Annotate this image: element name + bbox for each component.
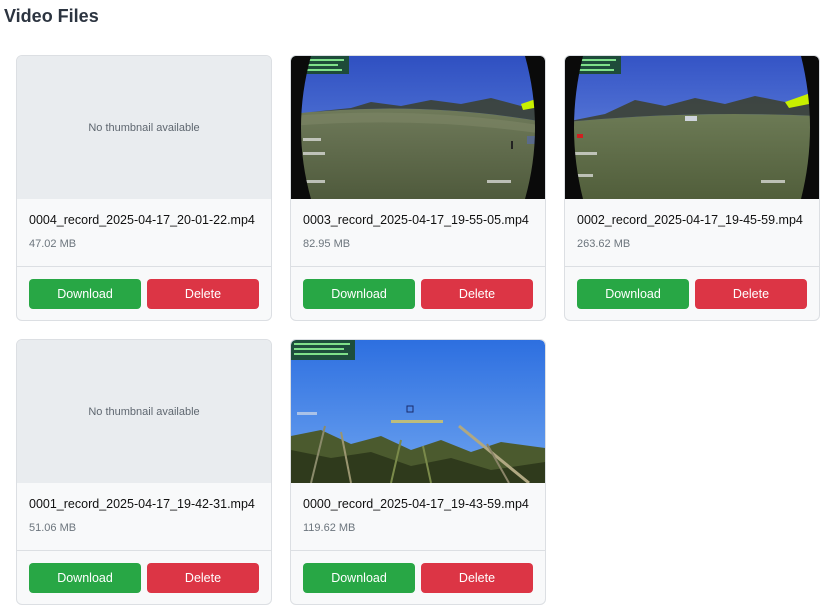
download-button[interactable]: Download [577, 279, 689, 309]
video-info: 0003_record_2025-04-17_19-55-05.mp4 82.9… [291, 199, 545, 266]
no-thumbnail-text: No thumbnail available [88, 121, 200, 134]
download-button[interactable]: Download [29, 279, 141, 309]
card-actions: Download Delete [17, 550, 271, 604]
download-button[interactable]: Download [29, 563, 141, 593]
delete-button[interactable]: Delete [421, 279, 533, 309]
video-file-name: 0000_record_2025-04-17_19-43-59.mp4 [303, 497, 529, 511]
video-card: 0003_record_2025-04-17_19-55-05.mp4 82.9… [290, 55, 546, 321]
video-card: No thumbnail available 0004_record_2025-… [16, 55, 272, 321]
fpv-sky-grass-thumbnail-image [291, 340, 545, 483]
download-button[interactable]: Download [303, 563, 415, 593]
delete-button[interactable]: Delete [421, 563, 533, 593]
page-title: Video Files [4, 6, 99, 26]
card-actions: Download Delete [291, 266, 545, 320]
thumbnail-placeholder: No thumbnail available [17, 340, 271, 483]
video-file-size: 51.06 MB [29, 522, 77, 534]
video-thumbnail[interactable] [565, 56, 819, 199]
video-card: 0002_record_2025-04-17_19-45-59.mp4 263.… [564, 55, 820, 321]
fpv-field-thumbnail-image [291, 56, 545, 199]
video-info: 0000_record_2025-04-17_19-43-59.mp4 119.… [291, 483, 545, 550]
video-file-size: 47.02 MB [29, 238, 77, 250]
video-file-size: 82.95 MB [303, 238, 351, 250]
card-actions: Download Delete [17, 266, 271, 320]
delete-button[interactable]: Delete [695, 279, 807, 309]
card-actions: Download Delete [291, 550, 545, 604]
video-thumbnail[interactable] [291, 56, 545, 199]
video-file-name: 0001_record_2025-04-17_19-42-31.mp4 [29, 497, 255, 511]
thumbnail-placeholder: No thumbnail available [17, 56, 271, 199]
no-thumbnail-text: No thumbnail available [88, 405, 200, 418]
video-grid: No thumbnail available 0004_record_2025-… [16, 55, 820, 605]
video-info: 0001_record_2025-04-17_19-42-31.mp4 51.0… [17, 483, 271, 550]
video-info: 0002_record_2025-04-17_19-45-59.mp4 263.… [565, 199, 819, 266]
fpv-field-thumbnail-image [565, 56, 819, 199]
download-button[interactable]: Download [303, 279, 415, 309]
video-file-name: 0004_record_2025-04-17_20-01-22.mp4 [29, 213, 255, 227]
video-file-name: 0002_record_2025-04-17_19-45-59.mp4 [577, 213, 803, 227]
video-info: 0004_record_2025-04-17_20-01-22.mp4 47.0… [17, 199, 271, 266]
video-file-size: 119.62 MB [303, 522, 356, 534]
video-card: 0000_record_2025-04-17_19-43-59.mp4 119.… [290, 339, 546, 605]
video-card: No thumbnail available 0001_record_2025-… [16, 339, 272, 605]
video-thumbnail[interactable] [291, 340, 545, 483]
video-file-name: 0003_record_2025-04-17_19-55-05.mp4 [303, 213, 529, 227]
video-file-size: 263.62 MB [577, 238, 631, 250]
card-actions: Download Delete [565, 266, 819, 320]
delete-button[interactable]: Delete [147, 563, 259, 593]
delete-button[interactable]: Delete [147, 279, 259, 309]
